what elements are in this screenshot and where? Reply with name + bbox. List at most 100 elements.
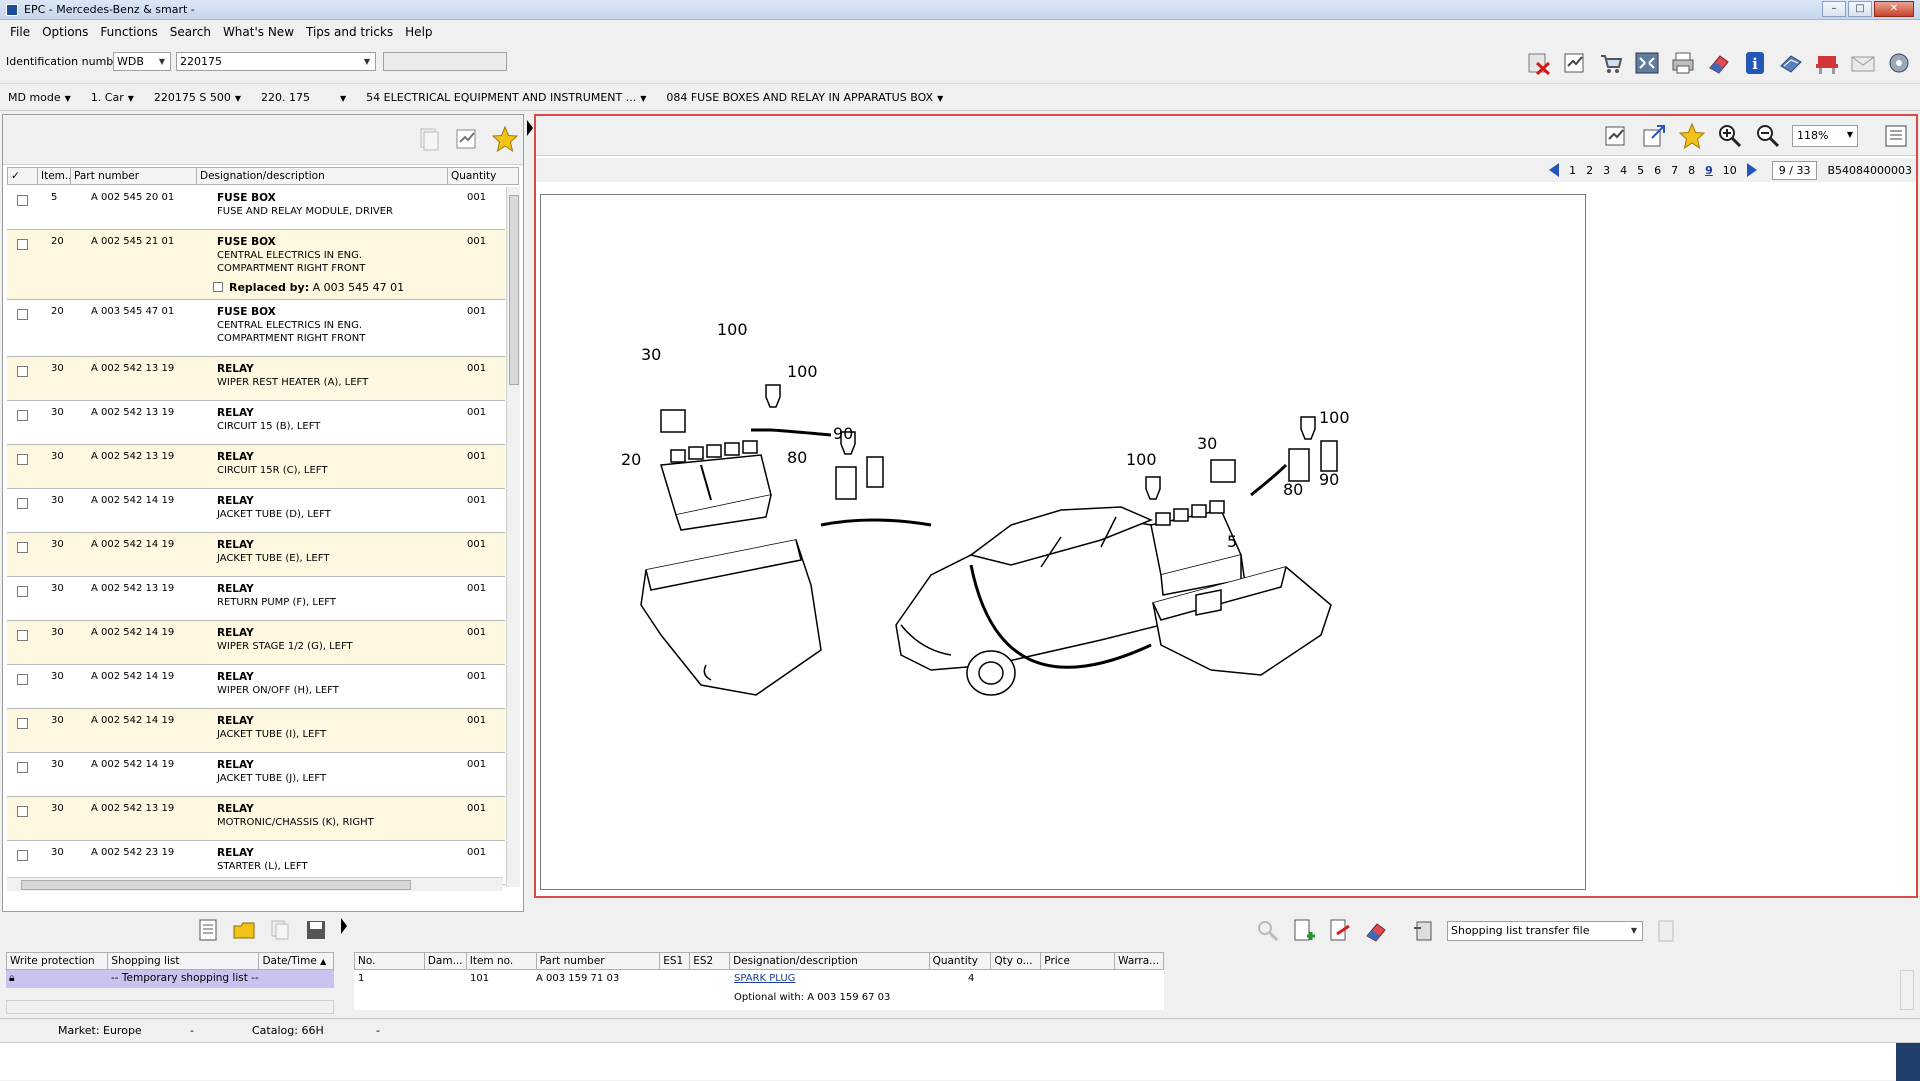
- transfer-icon[interactable]: [1411, 918, 1437, 944]
- prefix-select[interactable]: WDB ▼: [113, 52, 171, 71]
- page-6[interactable]: 6: [1654, 164, 1661, 177]
- breadcrumb-subgroup[interactable]: 084 FUSE BOXES AND RELAY IN APPARATUS BO…: [666, 91, 943, 104]
- notes-icon[interactable]: [1560, 48, 1590, 78]
- breadcrumb-group[interactable]: 54 ELECTRICAL EQUIPMENT AND INSTRUMENT .…: [366, 91, 646, 104]
- header-no[interactable]: No.: [355, 953, 425, 969]
- table-row[interactable]: 30 A 002 542 14 19 RELAY WIPER ON/OFF (H), …: [7, 665, 505, 709]
- replaced-part[interactable]: A 003 545 47 01: [313, 281, 405, 294]
- header-part-number[interactable]: Part number: [71, 168, 197, 184]
- identification-input[interactable]: 220175 ▼: [176, 52, 376, 71]
- horizontal-scrollbar[interactable]: [6, 1000, 334, 1014]
- breadcrumb-class[interactable]: 1. Car ▼: [91, 91, 134, 104]
- header-write-protection[interactable]: Write protection: [7, 953, 109, 969]
- header-warranty[interactable]: Warra...: [1115, 953, 1163, 969]
- row-checkbox[interactable]: [17, 542, 28, 553]
- header-shopping-list[interactable]: Shopping list: [108, 953, 260, 969]
- table-row[interactable]: 30 A 002 542 14 19 RELAY JACKET TUBE (I), L…: [7, 709, 505, 753]
- zoom-out-icon[interactable]: [1754, 122, 1782, 150]
- open-folder-icon[interactable]: [232, 918, 256, 942]
- row-checkbox[interactable]: [17, 674, 28, 685]
- page-3[interactable]: 3: [1603, 164, 1610, 177]
- fullscreen-icon[interactable]: [1632, 48, 1662, 78]
- transfer-file-select[interactable]: Shopping list transfer file ▼: [1447, 921, 1643, 941]
- table-row[interactable]: 20 A 002 545 21 01 FUSE BOX CENTRAL ELECTRI…: [7, 230, 505, 300]
- header-date-time[interactable]: Date/Time ▲: [259, 953, 333, 969]
- menu-file[interactable]: File: [4, 25, 36, 39]
- exploded-diagram[interactable]: 100 30 100 90 80 20 100 30 100 80 90 5: [540, 194, 1586, 890]
- menu-functions[interactable]: Functions: [94, 25, 163, 39]
- settings-icon[interactable]: [1884, 48, 1914, 78]
- manual-icon[interactable]: [1776, 48, 1806, 78]
- table-row[interactable]: 30 A 002 542 14 19 RELAY JACKET TUBE (E), L…: [7, 533, 505, 577]
- header-quantity[interactable]: Quantity: [930, 953, 992, 969]
- breadcrumb-mode[interactable]: MD mode ▼: [8, 91, 71, 104]
- next-page-icon[interactable]: [1746, 163, 1757, 177]
- page-7[interactable]: 7: [1671, 164, 1678, 177]
- table-row[interactable]: 30 A 002 542 13 19 RELAY WIPER REST HEATER …: [7, 357, 505, 401]
- header-es2[interactable]: ES2: [690, 953, 731, 969]
- save-icon[interactable]: [304, 918, 328, 942]
- show-desktop-button[interactable]: [1896, 1043, 1920, 1081]
- page-1[interactable]: 1: [1569, 164, 1576, 177]
- table-row[interactable]: 30 A 002 542 13 19 RELAY CIRCUIT 15R (C), L…: [7, 445, 505, 489]
- search-disabled-icon[interactable]: [1255, 918, 1281, 944]
- vertical-scrollbar[interactable]: [1900, 970, 1914, 1010]
- zoom-in-icon[interactable]: [1716, 122, 1744, 150]
- row-checkbox[interactable]: [17, 630, 28, 641]
- copy-disabled-icon[interactable]: [268, 918, 292, 942]
- eraser-icon[interactable]: [1363, 918, 1389, 944]
- header-part-number[interactable]: Part number: [537, 953, 661, 969]
- collapse-arrow-icon[interactable]: [340, 916, 348, 936]
- header-damage[interactable]: Dam...: [425, 953, 467, 969]
- info-icon[interactable]: i: [1740, 48, 1770, 78]
- favorite-star-icon[interactable]: [491, 125, 519, 153]
- notes-icon[interactable]: [453, 125, 481, 153]
- list-icon[interactable]: [196, 918, 220, 942]
- breadcrumb-type[interactable]: 220. 175 ▼: [261, 91, 346, 104]
- replaced-checkbox[interactable]: [213, 282, 223, 292]
- table-row[interactable]: 5 A 002 545 20 01 FUSE BOX FUSE AND RELAY M…: [7, 186, 505, 230]
- header-es1[interactable]: ES1: [660, 953, 691, 969]
- table-row[interactable]: 30 A 002 542 14 19 RELAY JACKET TUBE (D), L…: [7, 489, 505, 533]
- row-checkbox[interactable]: [17, 718, 28, 729]
- copy-disabled-icon[interactable]: [415, 125, 443, 153]
- car-lift-icon[interactable]: [1812, 48, 1842, 78]
- zoom-select[interactable]: 118% ▼: [1792, 125, 1858, 147]
- breadcrumb-model[interactable]: 220175 S 500 ▼: [154, 91, 241, 104]
- pane-splitter[interactable]: [340, 912, 348, 1016]
- header-price[interactable]: Price: [1041, 953, 1116, 969]
- previous-page-icon[interactable]: [1549, 163, 1560, 177]
- row-checkbox[interactable]: [17, 850, 28, 861]
- shopping-detail-row[interactable]: 1 101 A 003 159 71 03 SPARK PLUG 4 Optio…: [354, 970, 1164, 1010]
- table-row[interactable]: 20 A 003 545 47 01 FUSE BOX CENTRAL ELECTRI…: [7, 300, 505, 357]
- table-row[interactable]: 30 A 002 542 13 19 RELAY MOTRONIC/CHASSIS (…: [7, 797, 505, 841]
- row-checkbox[interactable]: [17, 454, 28, 465]
- shopping-list-row[interactable]: 🔒︎ -- Temporary shopping list --: [6, 970, 334, 988]
- add-to-list-icon[interactable]: [1291, 918, 1317, 944]
- header-item-no[interactable]: Item no.: [467, 953, 537, 969]
- row-checkbox[interactable]: [17, 498, 28, 509]
- table-row[interactable]: 30 A 002 542 14 19 RELAY WIPER STAGE 1/2 (G…: [7, 621, 505, 665]
- document-icon[interactable]: [1882, 122, 1910, 150]
- table-row[interactable]: 30 A 002 542 14 19 RELAY JACKET TUBE (J), L…: [7, 753, 505, 797]
- mail-icon[interactable]: [1848, 48, 1878, 78]
- menu-search[interactable]: Search: [164, 25, 217, 39]
- menu-help[interactable]: Help: [399, 25, 438, 39]
- header-item[interactable]: Item...: [38, 168, 71, 184]
- open-external-icon[interactable]: [1640, 122, 1668, 150]
- row-checkbox[interactable]: [17, 239, 28, 250]
- notes-icon[interactable]: [1602, 122, 1630, 150]
- row-checkbox[interactable]: [17, 195, 28, 206]
- table-row[interactable]: 30 A 002 542 13 19 RELAY CIRCUIT 15 (B), LE…: [7, 401, 505, 445]
- row-checkbox[interactable]: [17, 410, 28, 421]
- row-checkbox[interactable]: [17, 762, 28, 773]
- table-row[interactable]: 30 A 002 542 13 19 RELAY RETURN PUMP (F), L…: [7, 577, 505, 621]
- row-description-link[interactable]: SPARK PLUG: [734, 973, 795, 984]
- maximize-button[interactable]: □: [1848, 1, 1872, 17]
- pane-splitter[interactable]: [526, 114, 534, 912]
- page-5[interactable]: 5: [1637, 164, 1644, 177]
- favorite-star-icon[interactable]: [1678, 122, 1706, 150]
- row-checkbox[interactable]: [17, 586, 28, 597]
- row-checkbox[interactable]: [17, 309, 28, 320]
- collapse-arrow-icon[interactable]: [526, 118, 534, 138]
